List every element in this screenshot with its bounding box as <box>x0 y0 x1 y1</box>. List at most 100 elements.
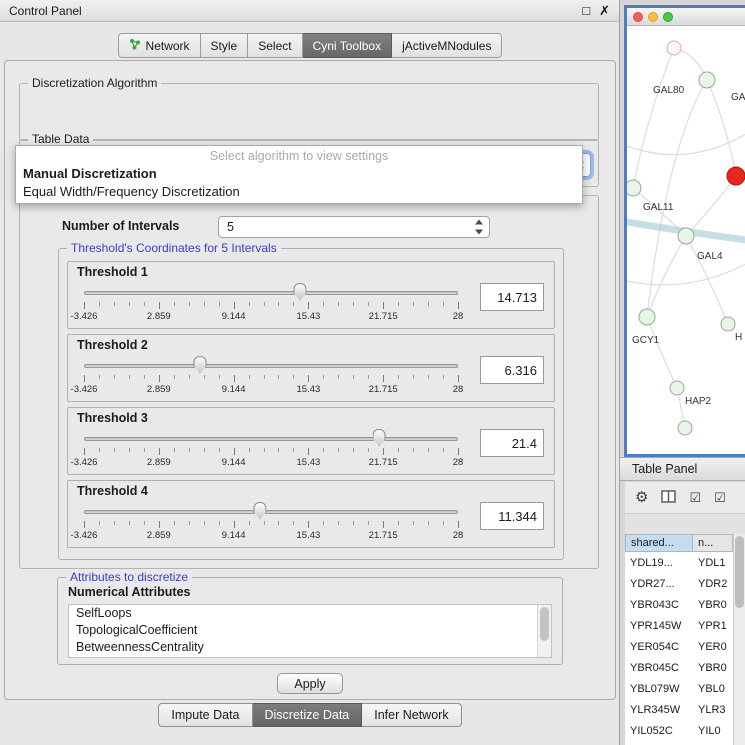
close-traffic-light-icon[interactable] <box>633 12 643 22</box>
tick-label: 2.859 <box>147 384 171 395</box>
network-node-gal11[interactable] <box>627 180 641 196</box>
threshold-3-slider[interactable]: -3.4262.8599.14415.4321.71528 <box>76 426 466 474</box>
tab-style[interactable]: Style <box>201 33 249 58</box>
numerical-attributes-label: Numerical Attributes <box>68 585 190 599</box>
threshold-1-value-field[interactable]: 14.713 <box>480 283 544 311</box>
table-row[interactable]: YIL052CYIL0 <box>625 720 733 741</box>
threshold-2-value-field[interactable]: 6.316 <box>480 356 544 384</box>
tab-discretize-data[interactable]: Discretize Data <box>253 703 363 727</box>
network-node[interactable] <box>678 421 692 435</box>
select-column-checkbox-icon[interactable]: ☑ <box>714 491 726 504</box>
slider-track[interactable] <box>84 291 458 295</box>
table-cell: YDL1 <box>693 552 733 573</box>
threshold-1-slider[interactable]: -3.4262.8599.14415.4321.71528 <box>76 280 466 328</box>
slider-track[interactable] <box>84 510 458 514</box>
network-node-gal4[interactable] <box>678 228 694 244</box>
number-of-intervals-combobox[interactable]: 5 <box>218 216 490 238</box>
slider-tick-labels: -3.4262.8599.14415.4321.71528 <box>84 384 458 395</box>
apply-button[interactable]: Apply <box>277 673 343 694</box>
close-icon[interactable]: ✗ <box>599 3 610 19</box>
network-canvas[interactable]: GAL80 GA GAL11 GAL4 GCY1 H HAP2 <box>627 26 745 454</box>
list-item[interactable]: SelfLoops <box>69 605 551 622</box>
table-cell: YPR145W <box>625 615 693 636</box>
table-cell: YDR27... <box>625 573 693 594</box>
select-all-checkbox-icon[interactable]: ☑ <box>689 491 701 504</box>
slider-thumb[interactable] <box>373 429 386 446</box>
tab-impute-data[interactable]: Impute Data <box>158 703 252 727</box>
group-title: Attributes to discretize <box>66 570 192 584</box>
threshold-3-box: Threshold 3 -3.4262.8599.14415.4321.7152… <box>67 407 555 475</box>
tab-jactivemnodules[interactable]: jActiveMNodules <box>392 33 502 58</box>
minimize-traffic-light-icon[interactable] <box>648 12 658 22</box>
column-header-shared[interactable]: shared... <box>625 534 693 552</box>
list-item[interactable]: BetweennessCentrality <box>69 639 551 656</box>
table-row[interactable]: YBR045CYBR0 <box>625 657 733 678</box>
threshold-1-box: Threshold 1 -3.4262.8599.14415.4321.7152… <box>67 261 555 329</box>
threshold-list: Threshold 1 -3.4262.8599.14415.4321.7152… <box>59 261 563 553</box>
threshold-2-slider[interactable]: -3.4262.8599.14415.4321.71528 <box>76 353 466 401</box>
group-title: Table Data <box>28 132 93 146</box>
table-row[interactable]: YPR145WYPR1 <box>625 615 733 636</box>
zoom-traffic-light-icon[interactable] <box>663 12 673 22</box>
selected-network-node[interactable] <box>727 167 745 185</box>
tick-label: 2.859 <box>147 457 171 468</box>
table-panel-body: YDL19...YDL1YDR27...YDR2YBR043CYBR0YPR14… <box>625 552 733 741</box>
combo-value: 5 <box>227 220 234 234</box>
table-row[interactable]: YDL19...YDL1 <box>625 552 733 573</box>
tick-label: 21.715 <box>369 457 398 468</box>
slider-track[interactable] <box>84 437 458 441</box>
table-row[interactable]: YBL079WYBL0 <box>625 678 733 699</box>
tick-label: 15.43 <box>297 457 321 468</box>
slider-thumb[interactable] <box>193 356 206 373</box>
threshold-4-slider[interactable]: -3.4262.8599.14415.4321.71528 <box>76 499 466 547</box>
table-cell: YBR0 <box>693 594 733 615</box>
threshold-label: Threshold 2 <box>77 338 148 352</box>
slider-thumb[interactable] <box>253 502 266 519</box>
tab-infer-network[interactable]: Infer Network <box>362 703 461 727</box>
network-node[interactable] <box>667 41 681 55</box>
table-cell: YBR045C <box>625 657 693 678</box>
network-node-gcy1[interactable] <box>639 309 655 325</box>
table-cell: YLR3 <box>693 699 733 720</box>
node-label: GAL11 <box>643 202 674 213</box>
tab-select[interactable]: Select <box>248 33 302 58</box>
network-node-gal80[interactable] <box>699 72 715 88</box>
threshold-2-box: Threshold 2 -3.4262.8599.14415.4321.7152… <box>67 334 555 402</box>
table-cell: YIL0 <box>693 720 733 741</box>
table-row[interactable]: YBR043CYBR0 <box>625 594 733 615</box>
slider-track[interactable] <box>84 364 458 368</box>
table-scrollbar[interactable] <box>733 534 745 745</box>
tick-label: -3.426 <box>71 384 98 395</box>
tick-label: 28 <box>453 530 464 541</box>
dropdown-item-equal-width-frequency[interactable]: Equal Width/Frequency Discretization <box>16 183 582 201</box>
column-header-name[interactable]: n... <box>693 534 733 552</box>
list-item[interactable]: TopologicalCoefficient <box>69 622 551 639</box>
threshold-3-value-field[interactable]: 21.4 <box>480 429 544 457</box>
float-window-icon[interactable]: □ <box>582 3 590 18</box>
scrollbar-thumb[interactable] <box>735 536 744 608</box>
dropdown-item-manual-discretization[interactable]: Manual Discretization <box>16 165 582 183</box>
network-view-window[interactable]: GAL80 GA GAL11 GAL4 GCY1 H HAP2 <box>624 5 745 457</box>
threshold-label: Threshold 1 <box>77 265 148 279</box>
tick-label: 2.859 <box>147 311 171 322</box>
table-cell: YBR043C <box>625 594 693 615</box>
scrollbar-thumb[interactable] <box>540 607 549 641</box>
tick-label: 15.43 <box>297 311 321 322</box>
slider-ticks <box>84 521 458 529</box>
columns-icon[interactable] <box>661 490 676 506</box>
tick-label: 9.144 <box>222 311 246 322</box>
group-title: Discretization Algorithm <box>28 76 161 90</box>
gear-icon[interactable]: ⚙ <box>635 490 648 505</box>
table-header-row: shared... n... <box>625 534 733 552</box>
table-row[interactable]: YDR27...YDR2 <box>625 573 733 594</box>
tab-network[interactable]: Network <box>118 33 201 58</box>
network-node[interactable] <box>721 317 735 331</box>
slider-thumb[interactable] <box>293 283 306 300</box>
tab-cyni-toolbox[interactable]: Cyni Toolbox <box>303 33 392 58</box>
network-node-hap2[interactable] <box>670 381 684 395</box>
list-scrollbar[interactable] <box>537 605 551 657</box>
table-row[interactable]: YER054CYER0 <box>625 636 733 657</box>
tick-label: -3.426 <box>71 457 98 468</box>
table-row[interactable]: YLR345WYLR3 <box>625 699 733 720</box>
threshold-4-value-field[interactable]: 11.344 <box>480 502 544 530</box>
